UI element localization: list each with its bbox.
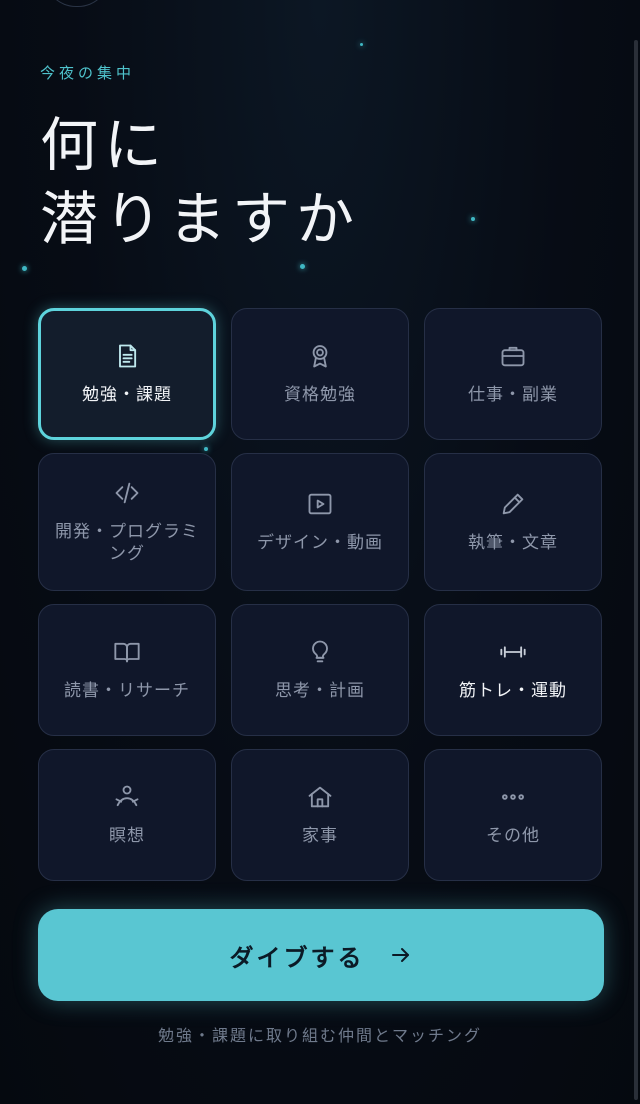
category-card-reading[interactable]: 読書・リサーチ bbox=[38, 604, 216, 736]
category-grid: 勉強・課題 資格勉強 仕事・副業 開発・プログラミング デザイン・動画 執筆・文… bbox=[38, 308, 604, 881]
eyebrow-label: 今夜の集中 bbox=[40, 64, 136, 82]
category-card-writing[interactable]: 執筆・文章 bbox=[424, 453, 602, 591]
page-title-line-2: 潜りますか bbox=[40, 185, 361, 253]
category-label: 執筆・文章 bbox=[468, 533, 558, 553]
arrow-right-icon bbox=[389, 943, 413, 967]
category-label: 読書・リサーチ bbox=[64, 681, 190, 701]
page-title: 何に 潜りますか bbox=[40, 108, 360, 256]
certificate-icon bbox=[306, 342, 334, 370]
category-label: 家事 bbox=[302, 826, 338, 846]
code-icon bbox=[113, 479, 141, 507]
category-card-meditation[interactable]: 瞑想 bbox=[38, 749, 216, 881]
category-card-work[interactable]: 仕事・副業 bbox=[424, 308, 602, 440]
lightbulb-icon bbox=[306, 638, 334, 666]
dive-button[interactable]: ダイブする bbox=[38, 909, 604, 1001]
pencil-icon bbox=[499, 490, 527, 518]
category-label: 瞑想 bbox=[109, 826, 145, 846]
more-dots-icon bbox=[499, 783, 527, 811]
matching-note: 勉強・課題に取り組む仲間とマッチング bbox=[157, 1026, 482, 1045]
category-label: 仕事・副業 bbox=[468, 385, 558, 405]
meditation-person-icon bbox=[113, 783, 141, 811]
category-label: 筋トレ・運動 bbox=[459, 681, 567, 701]
page-title-line-1: 何に bbox=[40, 111, 169, 179]
ambient-dot bbox=[300, 264, 305, 269]
category-card-workout[interactable]: 筋トレ・運動 bbox=[424, 604, 602, 736]
category-label: その他 bbox=[486, 826, 540, 846]
category-label: デザイン・動画 bbox=[257, 533, 383, 553]
category-card-housework[interactable]: 家事 bbox=[231, 749, 409, 881]
document-icon bbox=[113, 342, 141, 370]
category-card-study[interactable]: 勉強・課題 bbox=[38, 308, 216, 440]
category-card-other[interactable]: その他 bbox=[424, 749, 602, 881]
category-label: 開発・プログラミング bbox=[55, 522, 199, 564]
category-label: 資格勉強 bbox=[284, 385, 356, 405]
ambient-dot bbox=[22, 266, 27, 271]
briefcase-icon bbox=[499, 342, 527, 370]
category-label: 思考・計画 bbox=[275, 681, 365, 701]
dumbbell-icon bbox=[499, 638, 527, 666]
avatar[interactable] bbox=[44, 0, 110, 7]
category-card-thinking[interactable]: 思考・計画 bbox=[231, 604, 409, 736]
category-card-development[interactable]: 開発・プログラミング bbox=[38, 453, 216, 591]
video-play-icon bbox=[306, 490, 334, 518]
ambient-dot bbox=[471, 217, 475, 221]
category-card-design[interactable]: デザイン・動画 bbox=[231, 453, 409, 591]
dive-button-label: ダイブする bbox=[229, 944, 365, 972]
ambient-dot bbox=[360, 43, 363, 46]
book-icon bbox=[113, 638, 141, 666]
category-card-certification[interactable]: 資格勉強 bbox=[231, 308, 409, 440]
house-icon bbox=[306, 783, 334, 811]
category-label: 勉強・課題 bbox=[82, 385, 172, 405]
scrollbar[interactable] bbox=[634, 40, 638, 1100]
